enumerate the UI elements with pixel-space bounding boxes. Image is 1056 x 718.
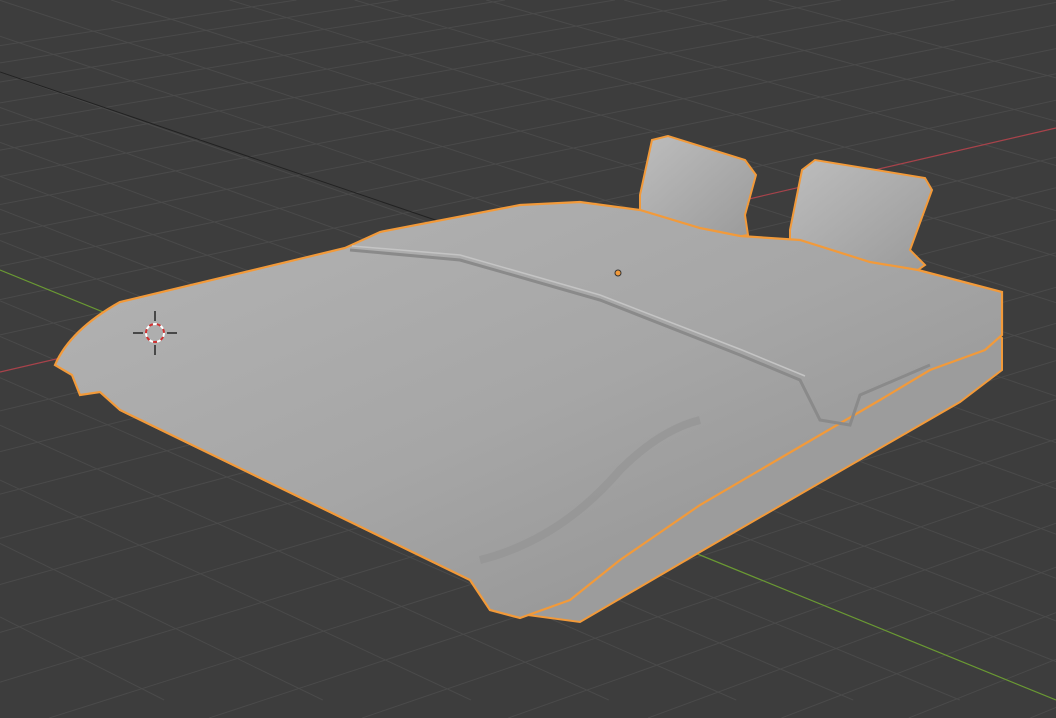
grid-line	[0, 0, 399, 64]
object-origin-icon	[614, 269, 622, 277]
3d-viewport[interactable]	[0, 0, 1056, 718]
grid-line	[0, 0, 505, 83]
duvet	[53, 200, 1004, 620]
grid-line	[0, 0, 728, 127]
grid-line	[0, 543, 324, 701]
grid-line	[647, 566, 1056, 718]
grid-line	[0, 0, 955, 177]
grid-line	[908, 658, 1056, 718]
grid-line	[768, 0, 1056, 79]
grid-line	[0, 240, 75, 271]
grid-line	[781, 612, 1056, 718]
viewport-canvas[interactable]	[0, 0, 1056, 718]
grid-line	[0, 0, 841, 151]
grid-line	[0, 0, 615, 104]
grid-line	[0, 616, 165, 701]
bed-mesh[interactable]	[53, 134, 1004, 624]
grid-line	[486, 0, 1056, 166]
grid-line	[1030, 706, 1056, 718]
